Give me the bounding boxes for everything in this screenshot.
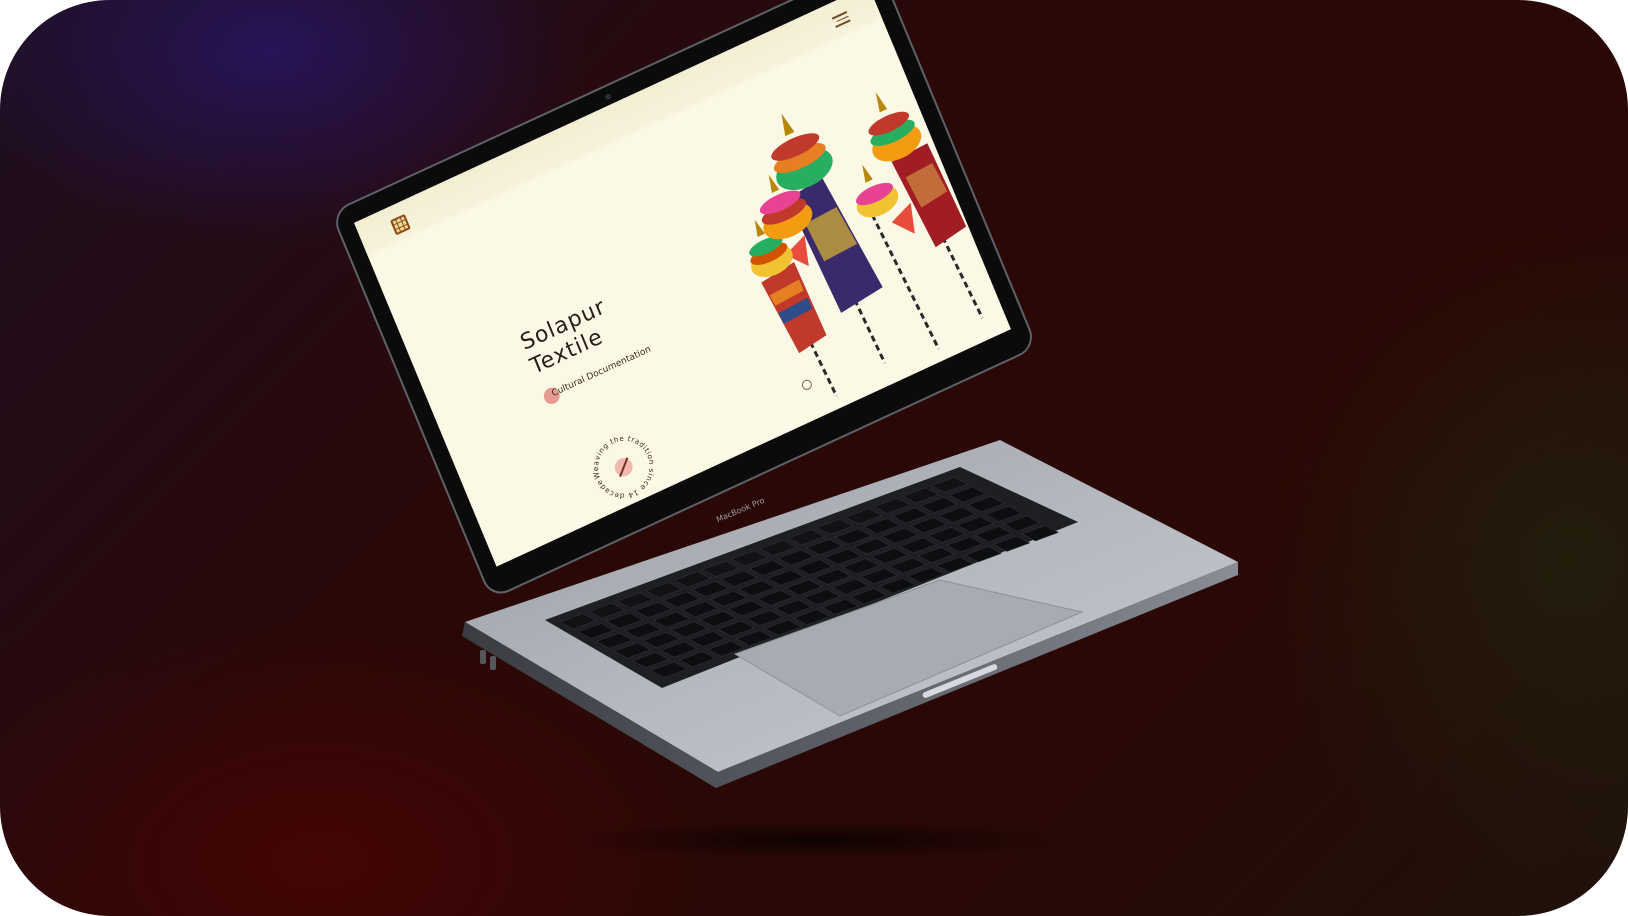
- device-shadow: [560, 820, 1080, 860]
- camera-icon: [604, 92, 613, 101]
- grid-logo-icon[interactable]: [390, 213, 411, 236]
- hamburger-menu-icon[interactable]: [831, 11, 851, 29]
- rotating-badge: Weaving the tradition since 14 decades: [578, 420, 666, 513]
- hero-subtitle-row: Cultural Documentation: [541, 345, 652, 407]
